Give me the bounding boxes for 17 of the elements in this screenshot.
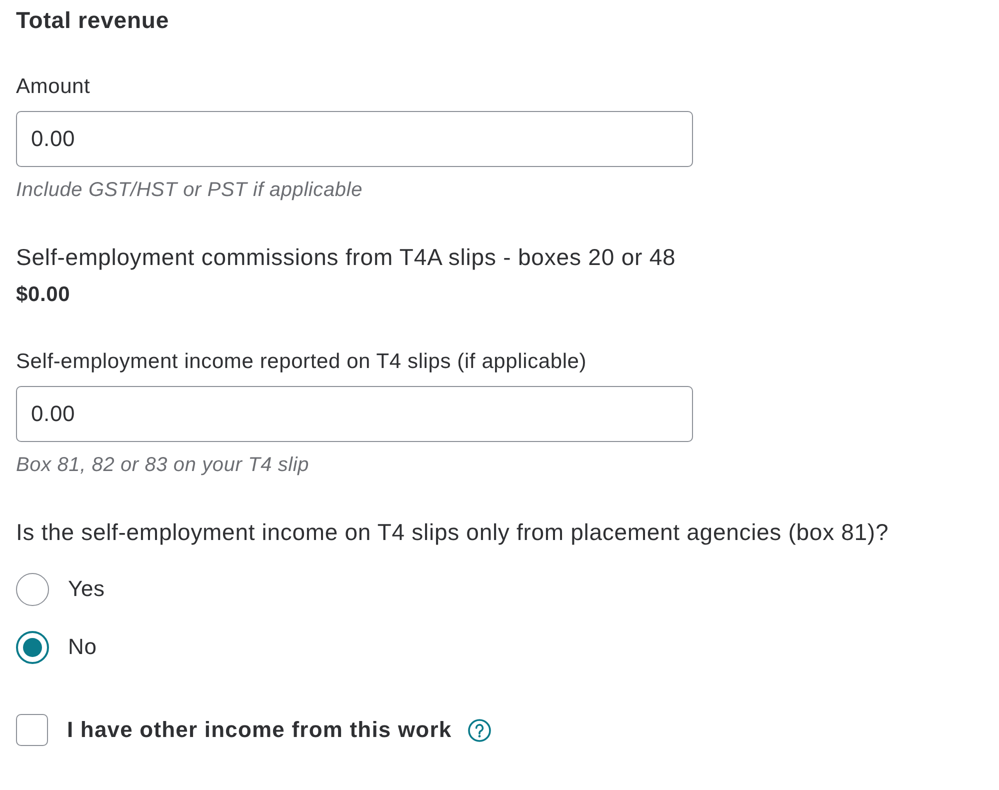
radio-button[interactable] [16,572,49,606]
amount-input[interactable]: 0.00 [16,386,693,442]
checkbox[interactable] [16,714,48,746]
hint-text: Include GST/HST or PST if applicable [16,178,362,203]
radio-label[interactable]: Yes [68,574,105,604]
help-icon[interactable] [468,718,491,742]
field-label: Self-employment income reported on T4 slips (if applicable) [16,349,587,375]
hint-text: Box 81, 82 or 83 on your T4 slip [16,453,310,478]
amount-input[interactable]: 0.00 [16,111,693,167]
radio-button[interactable] [16,630,49,664]
checkbox-label[interactable]: I have other income from this work [67,715,452,745]
field-label: Self-employment commissions from T4A slips - boxes 20 or 48 [16,243,676,272]
radio-label[interactable]: No [68,632,97,662]
amount-value: $0.00 [16,282,70,308]
question-text: Is the self-employment income on T4 slips only from placement agencies (box 81)? [16,518,889,547]
field-label: Amount [16,74,90,100]
section-heading: Total revenue [16,6,170,35]
